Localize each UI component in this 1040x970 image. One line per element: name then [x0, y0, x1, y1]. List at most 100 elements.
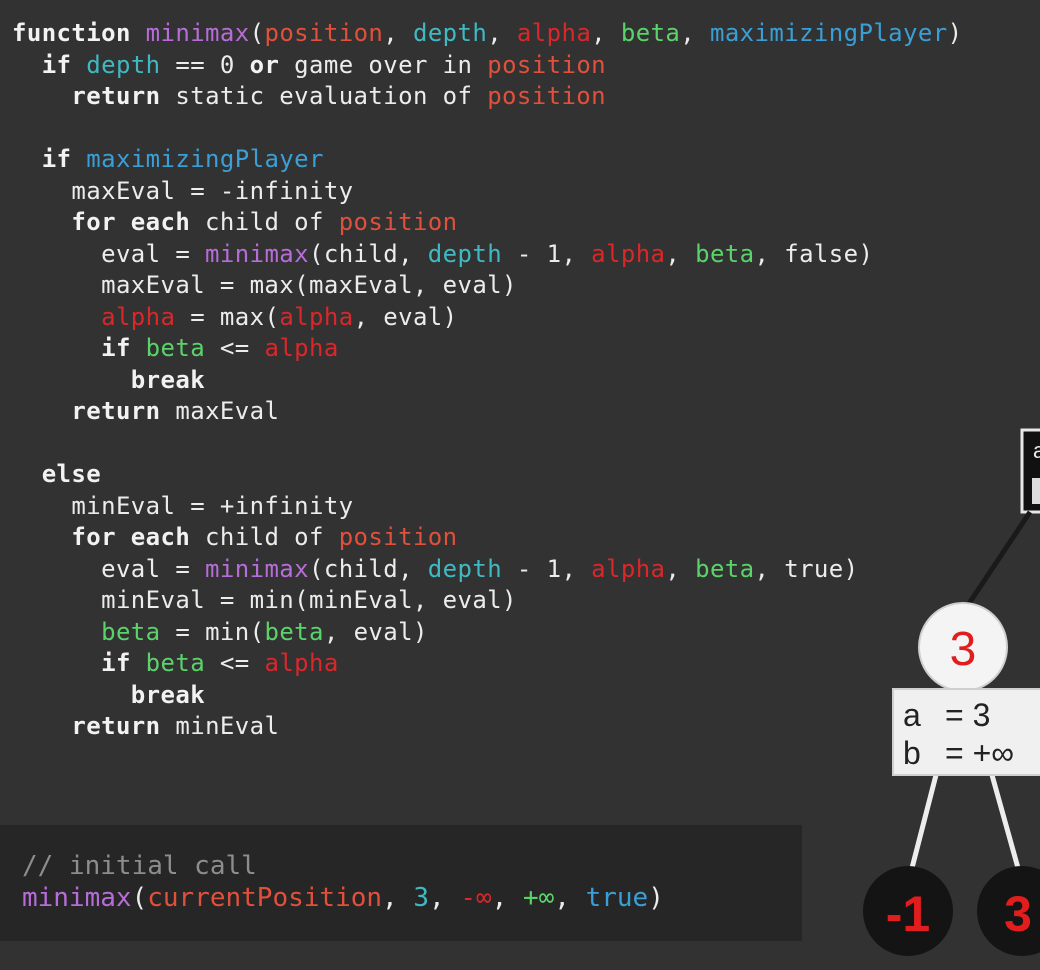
- code-token: depth: [412, 19, 488, 47]
- initial-call-panel: // initial call minimax(currentPosition, …: [0, 825, 802, 941]
- code-token: minEval: [160, 712, 280, 740]
- code-token: position: [264, 19, 384, 47]
- code-token: depth: [86, 50, 161, 79]
- code-line: for each child of position: [12, 522, 962, 554]
- code-token: if: [101, 334, 146, 362]
- code-token: beta: [145, 334, 206, 362]
- code-token: (: [249, 19, 265, 47]
- code-line: eval = minimax(child, depth - 1, alpha , …: [12, 554, 962, 586]
- code-token: minimax: [205, 554, 309, 583]
- code-token: <=: [205, 649, 265, 677]
- tree-node-value: 3: [950, 623, 977, 676]
- edge-node-leaf-right: [989, 774, 1021, 869]
- code-line: maxEval = max(maxEval, eval): [12, 270, 962, 302]
- code-token: child of: [190, 523, 339, 551]
- code-token: alpha: [101, 302, 176, 331]
- code-token: break: [130, 365, 206, 394]
- code-token: alpha: [591, 554, 666, 583]
- call-arg-position: currentPosition: [147, 882, 383, 913]
- call-arg-maximizing: true: [585, 882, 649, 913]
- code-token: , eval): [323, 617, 428, 646]
- initial-call-comment: // initial call: [22, 851, 257, 881]
- code-token: - 1,: [502, 239, 592, 268]
- alpha-value: = 3: [945, 697, 990, 733]
- code-token: beta: [695, 239, 755, 268]
- code-line: if depth == 0 or game over in position: [12, 50, 962, 82]
- code-line: return static evaluation of position: [12, 81, 962, 113]
- code-line: break: [12, 680, 962, 712]
- code-block: function minimax(position, depth, alpha,…: [12, 18, 962, 743]
- code-token: game over in: [279, 50, 488, 79]
- code-token: position: [338, 523, 458, 551]
- code-line: return maxEval: [12, 396, 962, 428]
- code-token: (child,: [309, 239, 428, 268]
- code-line: minEval = min(minEval, eval): [12, 585, 962, 617]
- code-token: if: [41, 145, 87, 173]
- code-token: minEval = +infinity: [12, 491, 354, 520]
- alpha-label: a: [903, 697, 921, 733]
- call-arg-depth: 3: [413, 882, 430, 913]
- code-token: = min(: [160, 617, 265, 646]
- code-line: if maximizingPlayer: [12, 144, 962, 176]
- code-line: for each child of position: [12, 207, 962, 239]
- code-line: else: [12, 459, 962, 491]
- code-token: alpha: [516, 19, 592, 47]
- code-token: alpha: [264, 649, 339, 677]
- code-token: ,: [665, 239, 696, 268]
- code-token: function: [12, 19, 146, 47]
- code-token: beta: [620, 19, 681, 47]
- edge-parent-node: [965, 510, 1033, 607]
- beta-value: = +∞: [945, 735, 1014, 771]
- code-token: break: [130, 680, 206, 709]
- code-token: maximizingPlayer: [86, 145, 324, 173]
- code-token: ,: [591, 19, 621, 47]
- call-arg-alpha: -∞: [460, 882, 492, 913]
- code-line: function minimax(position, depth, alpha,…: [12, 18, 962, 50]
- parent-box-letter: a: [1033, 438, 1040, 463]
- beta-label: b: [903, 735, 921, 771]
- code-token: position: [487, 82, 606, 110]
- code-token: , eval): [353, 302, 458, 331]
- code-token: depth: [427, 554, 503, 583]
- code-token: for each: [71, 208, 191, 236]
- call-arg-beta: +∞: [522, 882, 555, 913]
- edge-node-leaf-left: [909, 774, 939, 869]
- code-token: ): [947, 19, 963, 47]
- code-token: beta: [695, 554, 755, 583]
- code-token: minimax: [145, 19, 250, 47]
- code-token: beta: [264, 617, 324, 646]
- code-token: child of: [190, 208, 339, 236]
- code-token: return: [71, 397, 161, 425]
- code-token: minEval = min(minEval, eval): [12, 586, 517, 614]
- code-token: beta: [145, 649, 206, 677]
- code-token: static evaluation of: [160, 82, 488, 110]
- code-token: minimax: [205, 239, 309, 268]
- code-line: eval = minimax(child, depth - 1, alpha , …: [12, 239, 962, 271]
- leaf-left-value: -1: [886, 886, 930, 942]
- code-token: else: [41, 460, 102, 488]
- code-token: if: [101, 649, 146, 677]
- code-token: alpha: [591, 239, 666, 268]
- code-token: maxEval = max(maxEval, eval): [12, 271, 517, 299]
- code-line: beta = min(beta, eval): [12, 617, 962, 649]
- code-token: ,: [665, 554, 696, 583]
- code-line: return minEval: [12, 711, 962, 743]
- code-token: (child,: [309, 554, 428, 583]
- code-token: eval =: [12, 554, 206, 583]
- code-token: - 1,: [502, 554, 592, 583]
- code-token: alpha: [279, 302, 354, 331]
- code-line: break: [12, 365, 962, 397]
